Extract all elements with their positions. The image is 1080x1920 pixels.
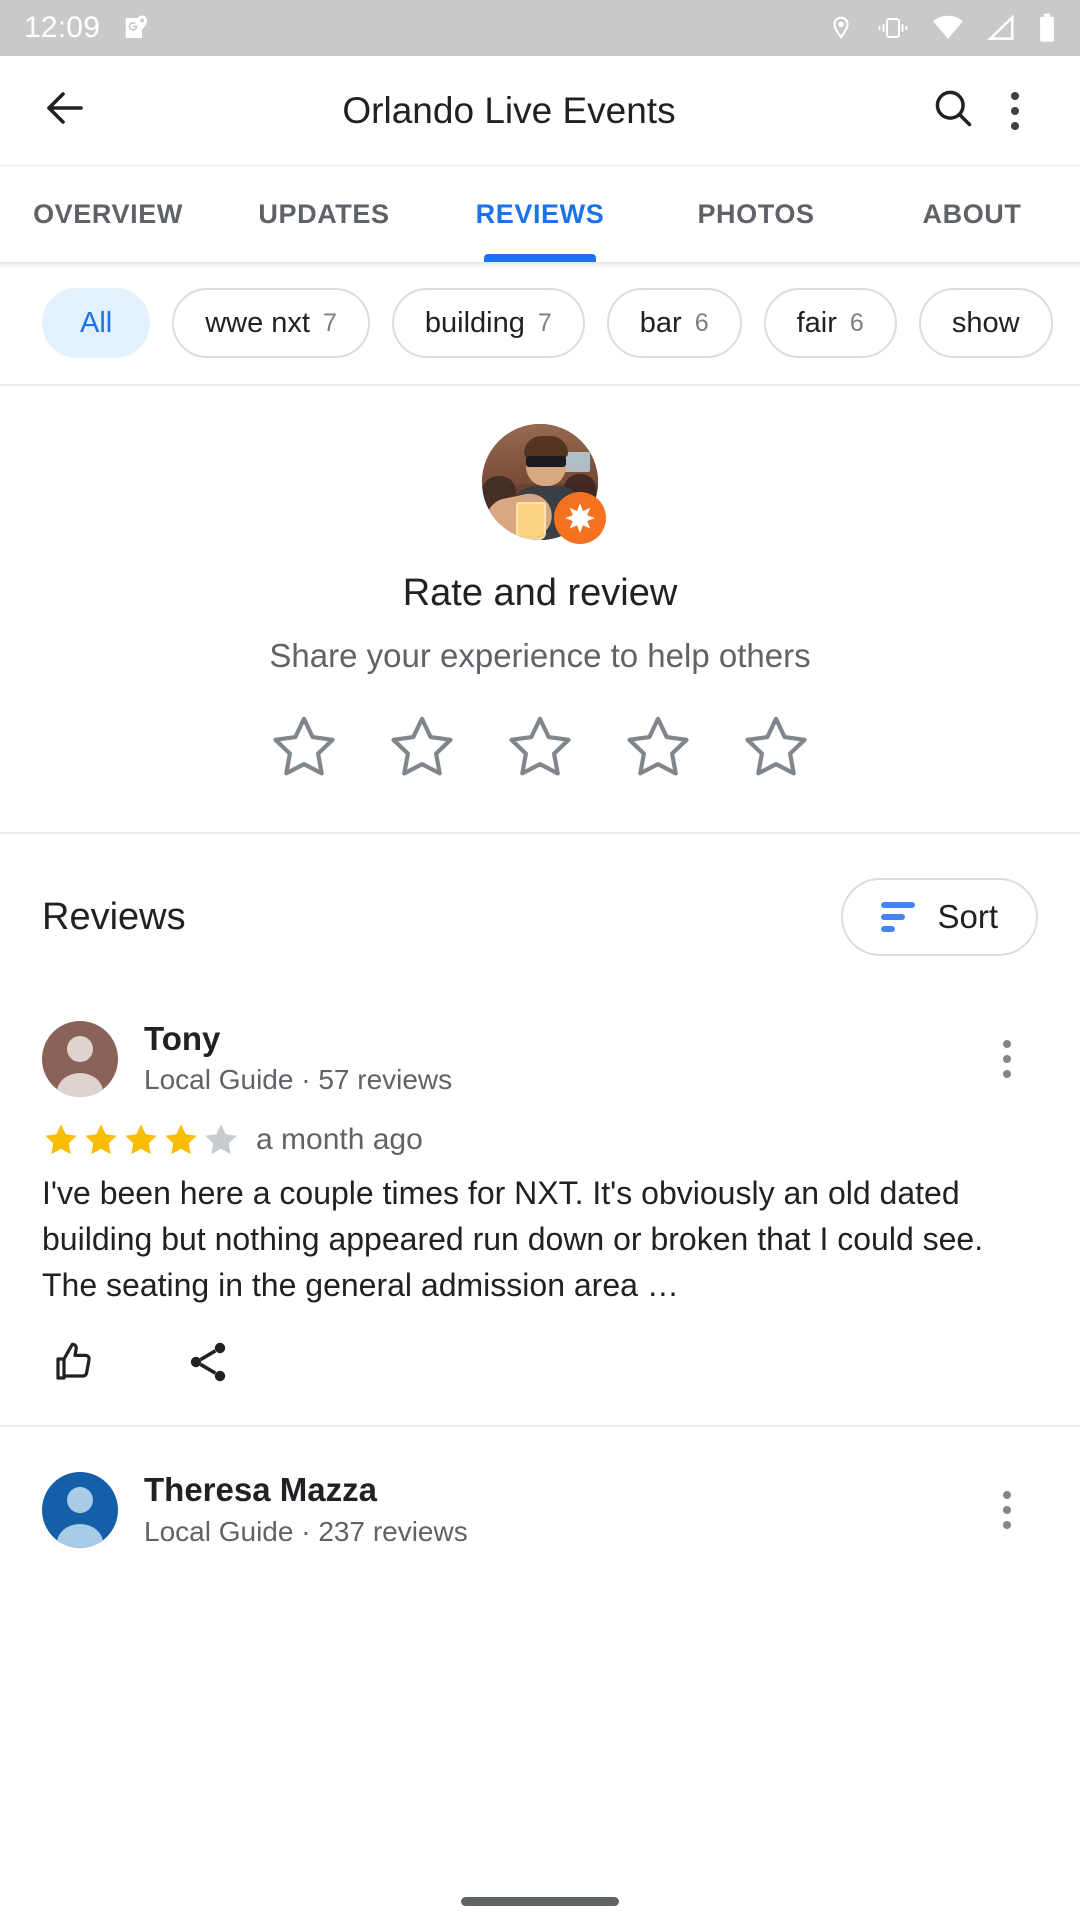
filter-chip-label: fair <box>796 306 837 339</box>
filter-chip-label: show <box>951 306 1020 339</box>
review-timestamp: a month ago <box>256 1123 423 1157</box>
tab-overview[interactable]: OVERVIEW <box>0 166 216 262</box>
tab-about[interactable]: ABOUT <box>864 166 1080 262</box>
rating-star-5[interactable] <box>740 711 812 788</box>
tab-photos[interactable]: PHOTOS <box>648 166 864 262</box>
rate-and-review-section: Rate and review Share your experience to… <box>0 386 1080 832</box>
review-author-meta: Local Guide · 237 reviews <box>144 1515 468 1547</box>
review-rating-row: a month ago <box>42 1121 1038 1159</box>
review-author-info: Theresa Mazza Local Guide · 237 reviews <box>144 1469 950 1550</box>
tab-reviews[interactable]: REVIEWS <box>432 166 648 262</box>
home-indicator <box>461 1897 619 1906</box>
filter-chip-label: building <box>424 306 525 339</box>
filter-chip-bar[interactable]: bar 6 <box>606 288 742 358</box>
filter-chip-label: bar <box>639 306 682 339</box>
sort-button[interactable]: Sort <box>841 878 1038 956</box>
review-item-theresa-mazza: Theresa Mazza Local Guide · 237 reviews <box>0 1427 1080 1550</box>
review-author-meta: Local Guide · 57 reviews <box>144 1064 453 1096</box>
local-guide-badge-icon <box>554 492 606 544</box>
status-clock: 12:09 <box>24 11 101 44</box>
rating-star-1[interactable] <box>268 711 340 788</box>
share-icon[interactable] <box>184 1338 232 1391</box>
avatar[interactable] <box>482 424 606 544</box>
thumbs-up-icon[interactable] <box>50 1338 98 1391</box>
rate-and-review-subtitle: Share your experience to help others <box>269 637 811 674</box>
review-item-tony: Tony Local Guide · 57 reviews a month ag… <box>0 996 1080 1425</box>
rate-and-review-title: Rate and review <box>402 572 678 614</box>
status-badge <box>42 1121 240 1159</box>
review-author-info: Tony Local Guide · 57 reviews <box>144 1018 950 1099</box>
status-right-icons <box>828 13 1056 43</box>
filter-chip-count: 6 <box>694 308 709 337</box>
app-bar: Orlando Live Events <box>0 56 1080 166</box>
tab-updates[interactable]: UPDATES <box>216 166 432 262</box>
filter-chip-wwe-nxt[interactable]: wwe nxt 7 <box>172 288 370 358</box>
review-filter-chips[interactable]: All wwe nxt 7 building 7 bar 6 fair 6 sh… <box>0 268 1080 384</box>
filter-chip-building[interactable]: building 7 <box>391 288 585 358</box>
reviews-header: Reviews Sort <box>0 834 1080 996</box>
rating-star-4[interactable] <box>622 711 694 788</box>
filter-chip-label: wwe nxt <box>205 306 310 339</box>
search-button[interactable] <box>922 80 984 142</box>
cell-signal-icon <box>986 15 1016 41</box>
rating-star-3[interactable] <box>504 711 576 788</box>
review-text: I've been here a couple times for NXT. I… <box>42 1175 984 1303</box>
avatar[interactable] <box>42 1471 118 1548</box>
review-author-row: Theresa Mazza Local Guide · 237 reviews <box>42 1469 1038 1550</box>
filter-chip-all[interactable]: All <box>42 288 151 358</box>
review-author-name: Theresa Mazza <box>144 1471 377 1509</box>
overflow-menu-button[interactable] <box>984 80 1046 142</box>
vibrate-icon <box>876 14 910 42</box>
review-overflow-button[interactable] <box>976 1479 1038 1541</box>
sort-button-label: Sort <box>937 898 998 935</box>
status-left-icons <box>122 13 152 43</box>
review-author-name: Tony <box>144 1020 221 1057</box>
filter-chip-fair[interactable]: fair 6 <box>763 288 897 358</box>
filter-chip-label: All <box>80 306 113 339</box>
filter-chip-show[interactable]: show <box>918 288 1053 358</box>
more-vert-icon <box>1003 1490 1011 1529</box>
reviews-heading: Reviews <box>42 895 186 938</box>
more-vert-icon <box>1011 91 1019 130</box>
review-author-row: Tony Local Guide · 57 reviews <box>42 1018 1038 1099</box>
tab-bar: OVERVIEW UPDATES REVIEWS PHOTOS ABOUT <box>0 166 1080 262</box>
rating-star-picker[interactable] <box>0 711 1080 788</box>
filter-chip-count: 7 <box>323 308 337 337</box>
more-vert-icon <box>1003 1039 1011 1078</box>
filter-chip-count: 7 <box>537 308 552 337</box>
search-icon <box>931 86 975 135</box>
location-pin-icon <box>828 13 854 43</box>
review-actions <box>42 1308 1038 1425</box>
battery-icon <box>1038 13 1056 43</box>
maps-notification-icon <box>122 13 152 43</box>
back-arrow-icon <box>41 84 89 137</box>
status-bar: 12:09 <box>0 0 1080 56</box>
rating-star-2[interactable] <box>386 711 458 788</box>
review-overflow-button[interactable] <box>976 1028 1038 1090</box>
wifi-icon <box>932 15 964 41</box>
page-title: Orlando Live Events <box>342 89 676 131</box>
avatar[interactable] <box>42 1020 118 1097</box>
back-button[interactable] <box>34 80 96 142</box>
sort-lines-icon <box>881 902 916 932</box>
filter-chip-count: 6 <box>849 308 864 337</box>
